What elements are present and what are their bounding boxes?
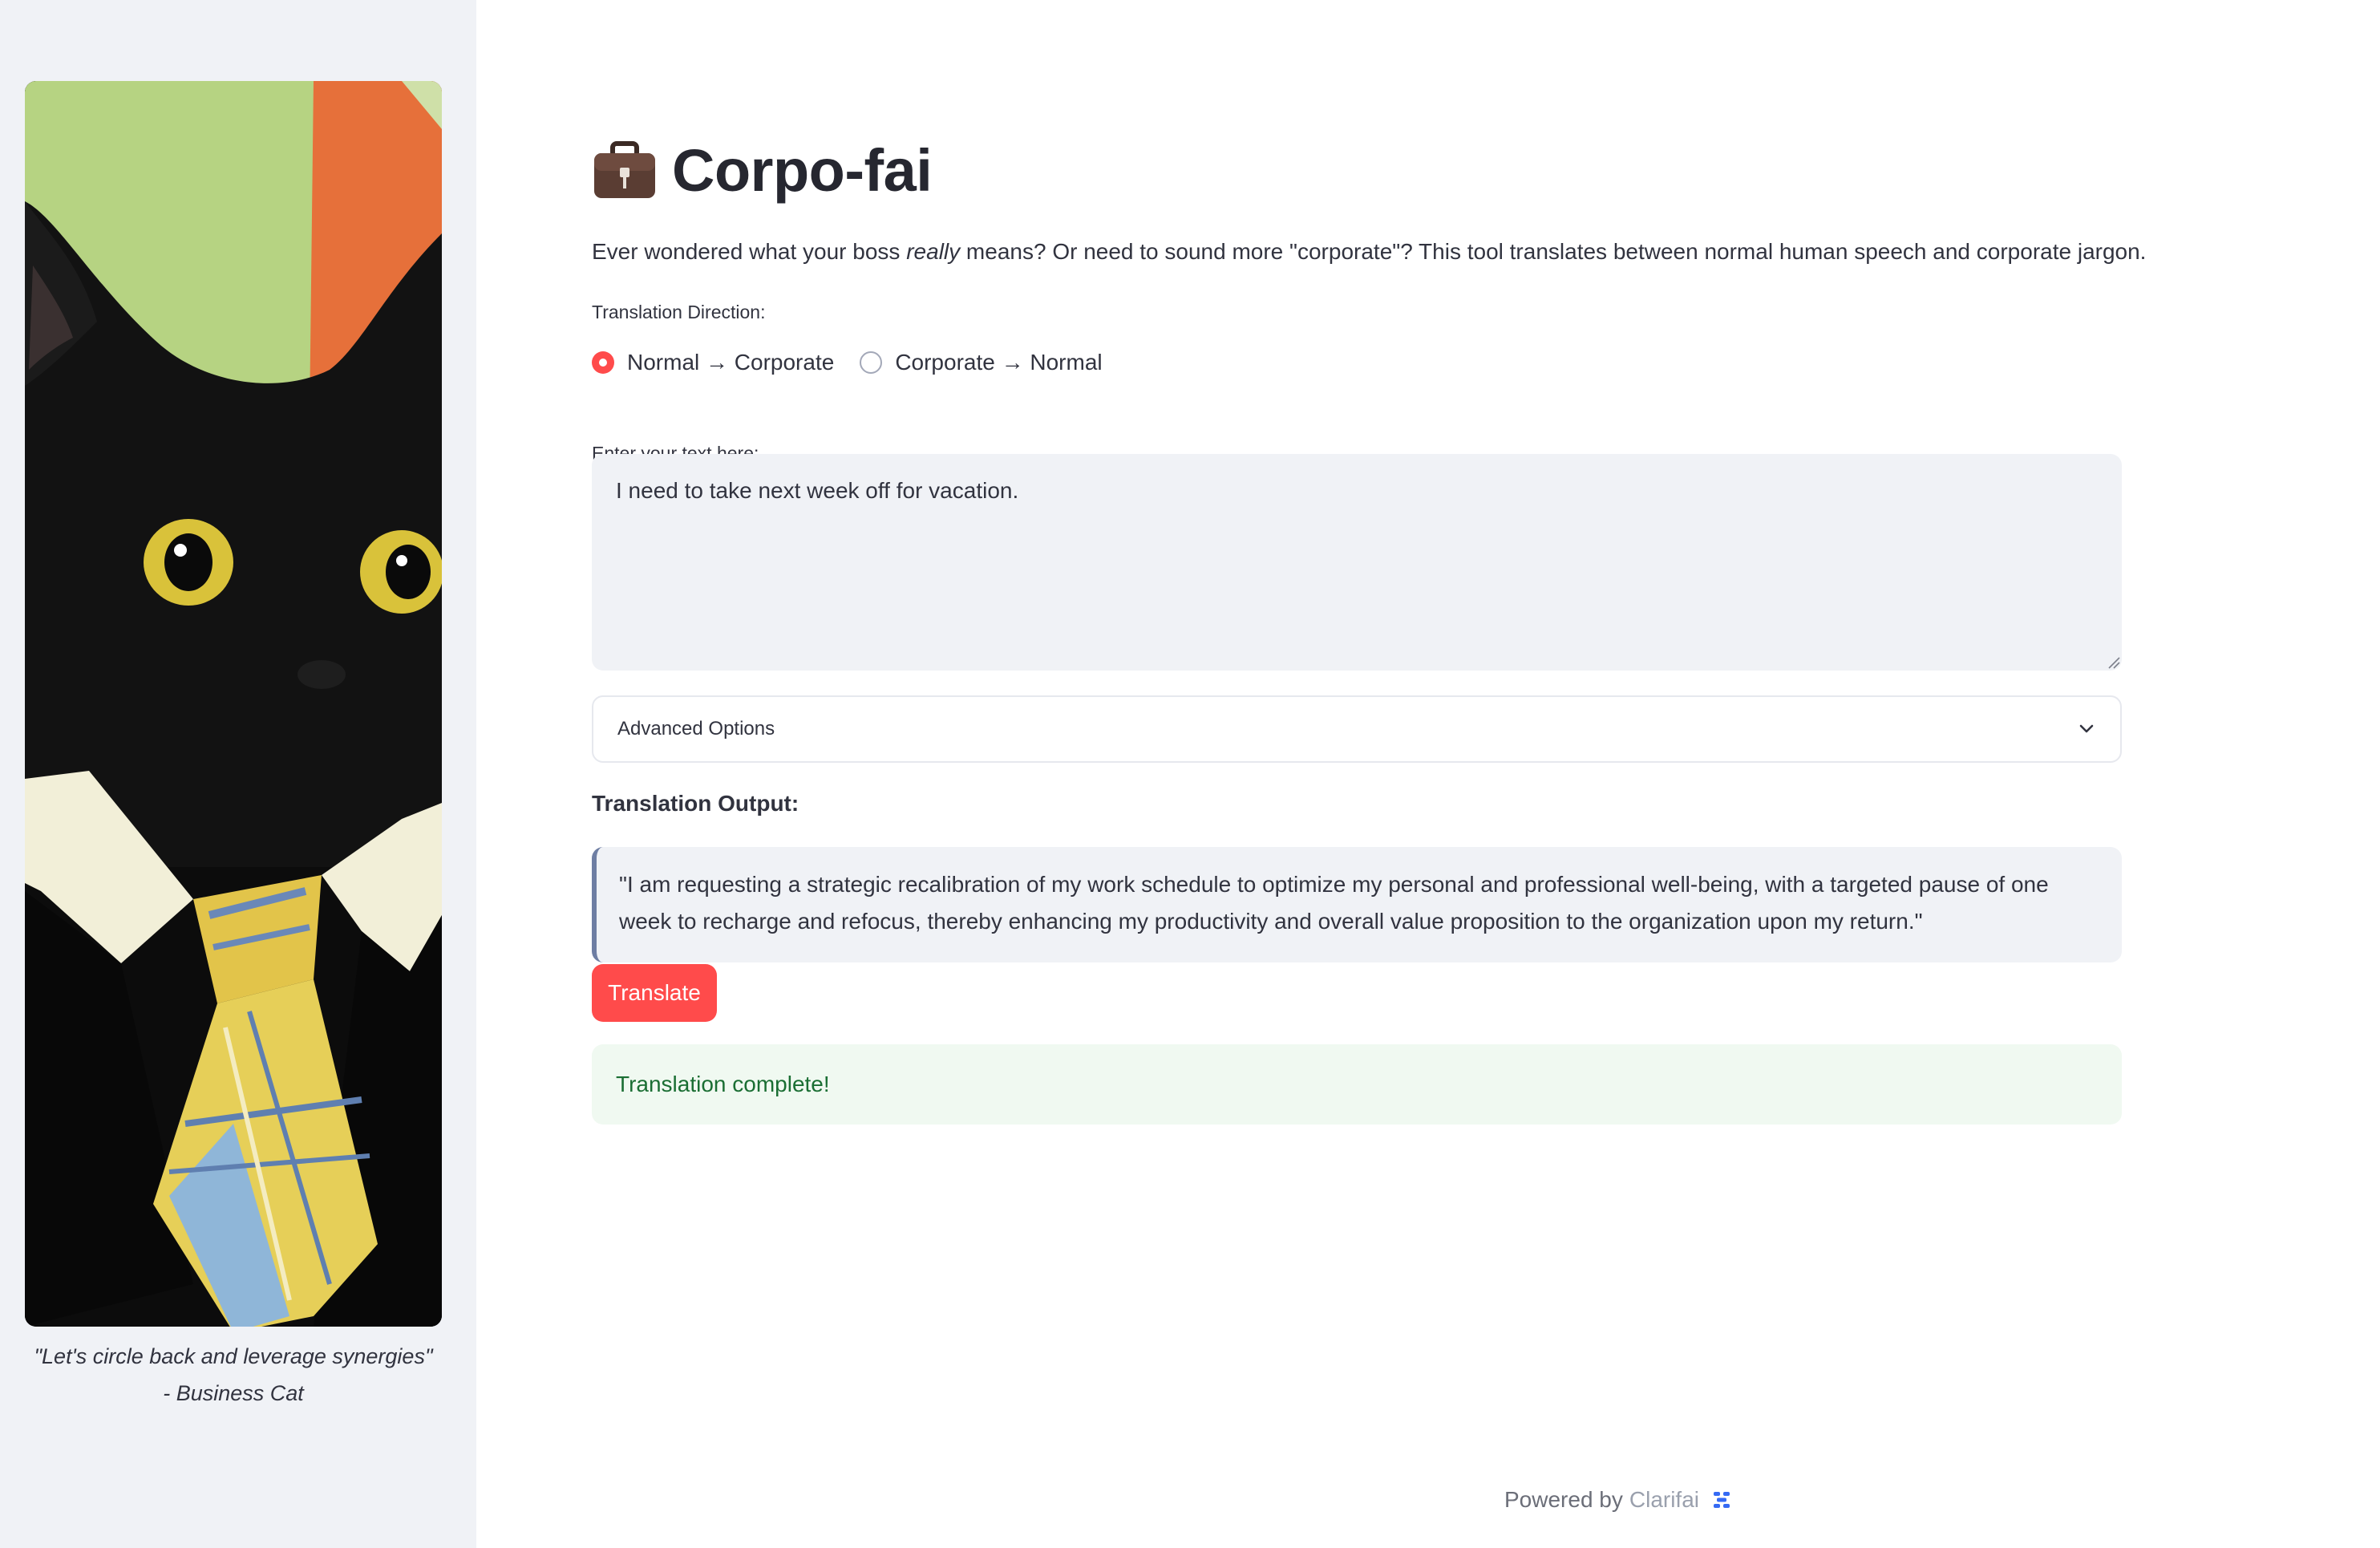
radio-label-corporate-to-normal: Corporate → Normal — [895, 350, 1103, 375]
direction-label: Translation Direction: — [592, 302, 766, 322]
caption-attribution: - Business Cat — [163, 1381, 304, 1405]
radio-normal-to-corporate[interactable]: Normal → Corporate — [592, 350, 834, 375]
intro-text: Ever wondered what your boss really mean… — [592, 236, 2163, 268]
briefcase-icon — [594, 141, 655, 198]
main-content: Corpo-fai Ever wondered what your boss r… — [476, 0, 2380, 1548]
clarifai-logo-icon — [1714, 1492, 1730, 1508]
page-title: Corpo-fai — [672, 136, 933, 204]
sidebar: "Let's circle back and leverage synergie… — [0, 0, 476, 1548]
intro-emphasis: really — [906, 239, 961, 264]
chevron-down-icon — [2079, 724, 2094, 733]
intro-text-end: means? Or need to sound more "corporate"… — [960, 239, 2147, 264]
radio-label-normal-to-corporate: Normal → Corporate — [627, 350, 835, 375]
direction-radio-group: Normal → Corporate Corporate → Normal — [592, 346, 1128, 379]
advanced-options-expander[interactable]: Advanced Options — [592, 695, 2122, 763]
clarifai-link[interactable]: Clarifai — [1629, 1487, 1699, 1513]
advanced-options-label: Advanced Options — [617, 718, 775, 740]
powered-by-text: Powered by — [1504, 1487, 1623, 1512]
resize-grip-icon[interactable] — [2107, 656, 2120, 669]
radio-unselected-indicator[interactable] — [860, 351, 883, 374]
translation-output: "I am requesting a strategic recalibrati… — [592, 847, 2122, 962]
success-alert: Translation complete! — [592, 1044, 2122, 1125]
business-cat-illustration — [25, 81, 442, 1327]
text-input[interactable]: I need to take next week off for vacatio… — [592, 454, 2122, 671]
radio-selected-indicator[interactable] — [592, 351, 614, 374]
caption-quote: "Let's circle back and leverage synergie… — [34, 1344, 433, 1368]
page-header: Corpo-fai — [592, 130, 933, 210]
business-cat-image — [25, 81, 442, 1327]
sidebar-caption: "Let's circle back and leverage synergie… — [25, 1338, 442, 1412]
intro-text-start: Ever wondered what your boss — [592, 239, 907, 264]
translate-button[interactable]: Translate — [592, 964, 717, 1022]
footer: Powered by Clarifai — [1504, 1484, 1733, 1516]
output-heading: Translation Output: — [592, 791, 799, 816]
radio-corporate-to-normal[interactable]: Corporate → Normal — [860, 350, 1103, 375]
